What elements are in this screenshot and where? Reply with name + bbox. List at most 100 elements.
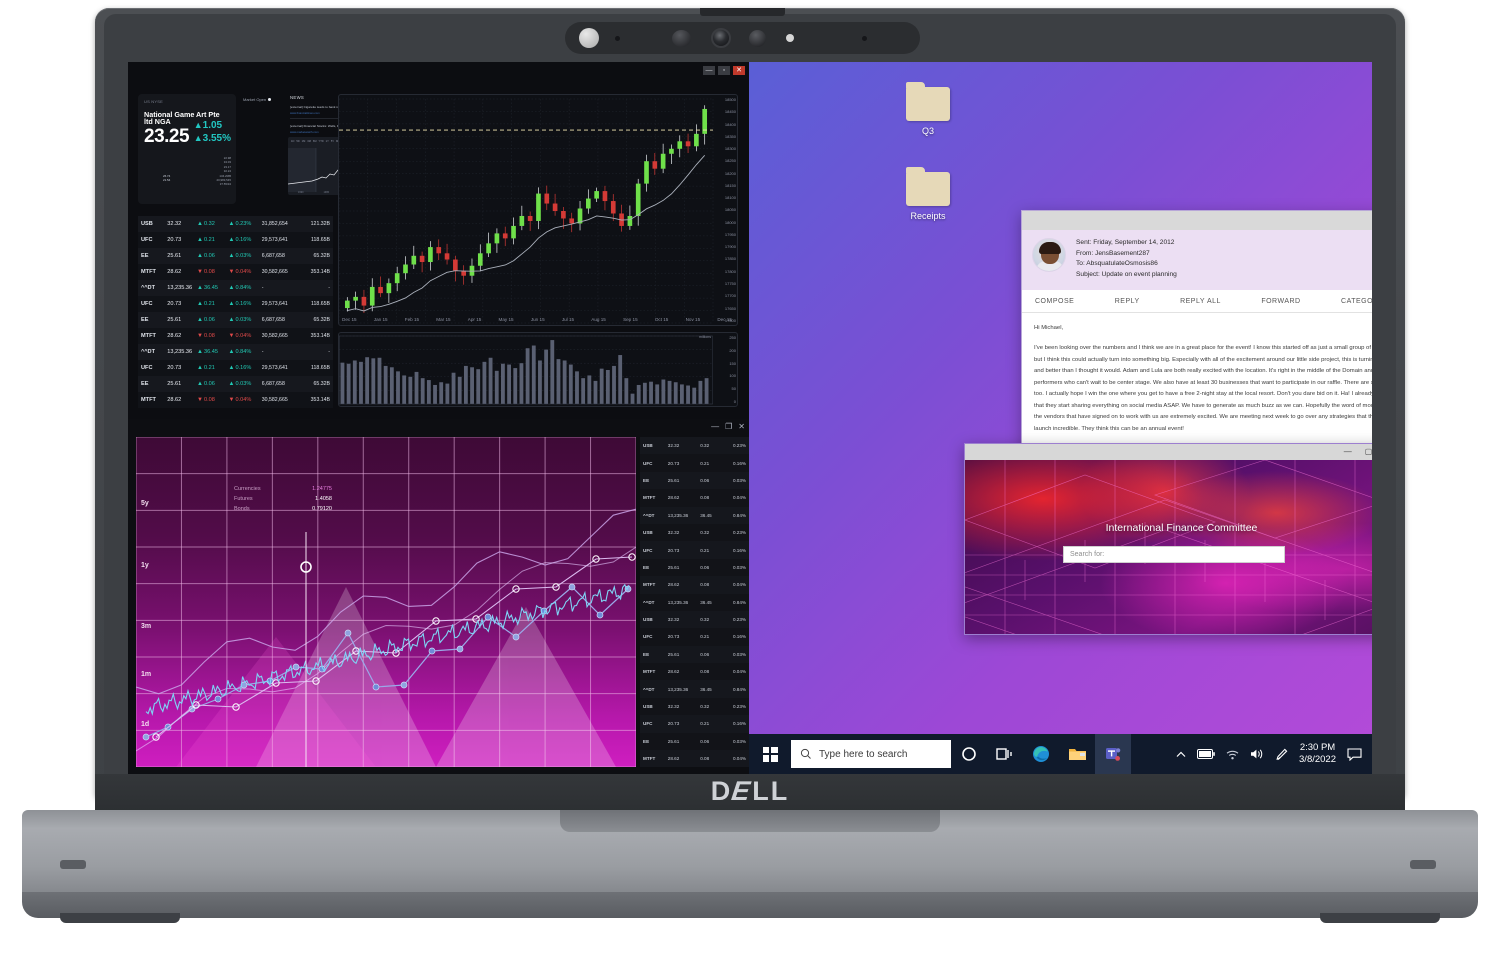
ticker-price: 28.62	[667, 756, 680, 762]
table-row[interactable]: USB 32.32 ▲0.32 ▲0.23% 31,852,654 121.32B	[138, 216, 333, 232]
ytick: 18350	[724, 133, 736, 139]
rates-chart[interactable]: 5y 1y 3m 1m 1d Currencies 1.24775 Futures…	[136, 437, 636, 767]
restore-icon[interactable]: ❐	[725, 422, 732, 431]
list-item[interactable]: ^^DT 13,235.36 36.45 0.84%	[640, 680, 749, 698]
list-item[interactable]: MTFT 28.62 0.08 0.04%	[640, 750, 749, 768]
table-row[interactable]: UFC 20.73 ▲0.21 ▲0.16% 29,573,641 118.65B	[138, 360, 333, 376]
list-item[interactable]: ^^DT 13,235.36 36.45 0.84%	[640, 506, 749, 524]
ticker-price: 20.73	[667, 547, 680, 553]
table-row[interactable]: EE 25.61 ▲0.06 ▲0.03% 6,687,658 65.32B	[138, 312, 333, 328]
range-tab: 1Y	[325, 139, 329, 143]
ticker-percent: 0.04%	[732, 582, 746, 588]
ticker-symbol: USB	[141, 221, 153, 227]
ticker-price: 13,235.36	[667, 599, 689, 605]
system-tray[interactable]: 2:30 PM 3/8/2022	[1176, 742, 1372, 766]
desktop-folder-q3[interactable]: Q3	[889, 82, 967, 136]
taskbar[interactable]: Type here to search 2:30 PM 3/8/2022	[749, 734, 1372, 774]
battery-icon[interactable]	[1197, 749, 1215, 759]
clock[interactable]: 2:30 PM 3/8/2022	[1299, 742, 1336, 766]
maximize-icon[interactable]: ▫	[718, 66, 730, 75]
list-item[interactable]: UFC 20.73 0.21 0.16%	[640, 715, 749, 733]
finance-committee-window[interactable]: — ▢ ✕	[964, 443, 1372, 635]
cortana-icon[interactable]	[951, 734, 987, 774]
list-item[interactable]: EE 25.61 0.06 0.03%	[640, 559, 749, 576]
mail-action-bar[interactable]: COMPOSE REPLY REPLY ALL FORWARD CATEGORI…	[1022, 290, 1372, 313]
ticker-change: ▲0.21	[197, 365, 215, 371]
list-item[interactable]: MTFT 28.62 0.08 0.04%	[640, 576, 749, 594]
forward-button[interactable]: FORWARD	[1261, 298, 1300, 305]
minimize-icon[interactable]: —	[703, 66, 715, 75]
ticker-symbol: UFC	[643, 547, 653, 553]
desktop-folder-receipts[interactable]: Receipts	[889, 167, 967, 221]
table-row[interactable]: MTFT 28.62 ▼0.08 ▼0.04% 30,582,665 353.14B	[138, 264, 333, 280]
list-item[interactable]: EE 25.61 0.06 0.03%	[640, 733, 749, 750]
ticker-price: 28.62	[167, 397, 182, 403]
list-item[interactable]: USB 32.32 0.32 0.23%	[640, 524, 749, 541]
arrow-down-icon: ▼	[228, 269, 235, 275]
yaxis-label-1d: 1d	[141, 721, 150, 728]
table-row[interactable]: UFC 20.73 ▲0.21 ▲0.16% 29,573,641 118.65B	[138, 232, 333, 248]
start-button[interactable]	[749, 734, 791, 774]
list-item[interactable]: EE 25.61 0.06 0.03%	[640, 645, 749, 664]
table-row[interactable]: ^^DT 13,235.36 ▲36.45 ▲0.84% - -	[138, 280, 333, 296]
close-icon[interactable]: ✕	[733, 66, 745, 75]
minimize-icon[interactable]: —	[711, 422, 719, 431]
edge-icon[interactable]	[1023, 734, 1059, 774]
task-view-icon[interactable]	[987, 734, 1023, 774]
file-explorer-icon[interactable]	[1059, 734, 1095, 774]
mic-pinhole-icon	[615, 35, 620, 41]
pen-icon[interactable]	[1275, 748, 1288, 761]
arrow-up-icon: ▲	[228, 221, 235, 227]
search-input[interactable]: Search for:	[1063, 546, 1285, 563]
xtick: Mar 15	[436, 316, 451, 322]
teams-icon[interactable]	[1095, 734, 1131, 774]
list-item[interactable]: USB 32.32 0.32 0.23%	[640, 698, 749, 715]
table-row[interactable]: EE 25.61 ▲0.06 ▲0.03% 6,687,658 65.32B	[138, 376, 333, 392]
ticker-percent: ▲0.16%	[228, 237, 252, 243]
camera-led-icon	[786, 34, 794, 42]
ytick: 18050	[724, 207, 736, 213]
windows-desktop[interactable]: Q3 Receipts — ▢ ✕	[749, 62, 1372, 774]
list-item[interactable]: UFC 20.73 0.21 0.16%	[640, 454, 749, 471]
list-item[interactable]: MTFT 28.62 0.08 0.04%	[640, 663, 749, 680]
table-row[interactable]: MTFT 28.62 ▼0.08 ▼0.04% 30,582,665 353.14B	[138, 328, 333, 344]
list-item[interactable]: USB 32.32 0.32 0.23%	[640, 610, 749, 629]
list-item[interactable]: USB 32.32 0.32 0.23%	[640, 437, 749, 455]
ticker-price: 13,235.36	[667, 512, 689, 518]
ticker-volume: 29,573,641	[261, 301, 288, 307]
reply-all-button[interactable]: REPLY ALL	[1180, 298, 1221, 305]
rates-side-list[interactable]: USB 32.32 0.32 0.23% UFC 20.73 0.21 0.16% EE 25.6…	[640, 437, 749, 768]
ticker-price: 28.62	[667, 495, 680, 501]
list-item[interactable]: MTFT 28.62 0.08 0.04%	[640, 489, 749, 506]
taskbar-search-box[interactable]: Type here to search	[791, 740, 951, 768]
table-row[interactable]: MTFT 28.62 ▼0.08 ▼0.04% 30,582,665 353.14B	[138, 392, 333, 408]
candlestick-chart[interactable]: 18500 18450 18400 18350 18300 18250 18200 18150…	[338, 94, 738, 326]
close-icon[interactable]: ✕	[738, 422, 745, 431]
notification-icon[interactable]	[1347, 747, 1362, 761]
volume-chart[interactable]: millions 250 200 150 100 50 0	[338, 332, 738, 407]
wifi-icon[interactable]	[1226, 749, 1239, 760]
ticker-change: 0.32	[700, 617, 710, 623]
list-item[interactable]: ^^DT 13,235.36 36.45 0.84%	[640, 594, 749, 611]
table-row[interactable]: EE 25.61 ▲0.06 ▲0.03% 6,687,658 65.32B	[138, 248, 333, 264]
list-item[interactable]: EE 25.61 0.06 0.03%	[640, 471, 749, 490]
table-row[interactable]: UFC 20.73 ▲0.21 ▲0.16% 29,573,641 118.65B	[138, 296, 333, 312]
compose-button[interactable]: COMPOSE	[1035, 298, 1074, 305]
chevron-up-icon[interactable]	[1176, 751, 1186, 758]
categorize-button[interactable]: CATEGORIZE	[1341, 298, 1372, 305]
ticker-symbol: USB	[643, 443, 653, 449]
list-item[interactable]: UFC 20.73 0.21 0.16%	[640, 628, 749, 645]
ticker-change: ▲36.45	[197, 285, 218, 291]
ticker-price: 25.61	[167, 317, 182, 323]
reply-button[interactable]: REPLY	[1115, 298, 1140, 305]
volume-icon[interactable]	[1250, 748, 1264, 760]
list-item[interactable]: UFC 20.73 0.21 0.16%	[640, 541, 749, 559]
table-row[interactable]: ^^DT 13,235.36 ▲36.45 ▲0.84% - -	[138, 344, 333, 360]
minimize-icon[interactable]: —	[1344, 448, 1352, 456]
ticker-percent: 0.84%	[732, 599, 746, 605]
search-placeholder: Search for:	[1070, 551, 1105, 558]
stock-table[interactable]: USB 32.32 ▲0.32 ▲0.23% 31,852,654 121.32B UFC 2…	[138, 216, 333, 408]
ticker-price: 13,235.36	[167, 285, 193, 291]
maximize-icon[interactable]: ▢	[1365, 448, 1372, 456]
ticker-marketcap: -	[328, 349, 330, 355]
